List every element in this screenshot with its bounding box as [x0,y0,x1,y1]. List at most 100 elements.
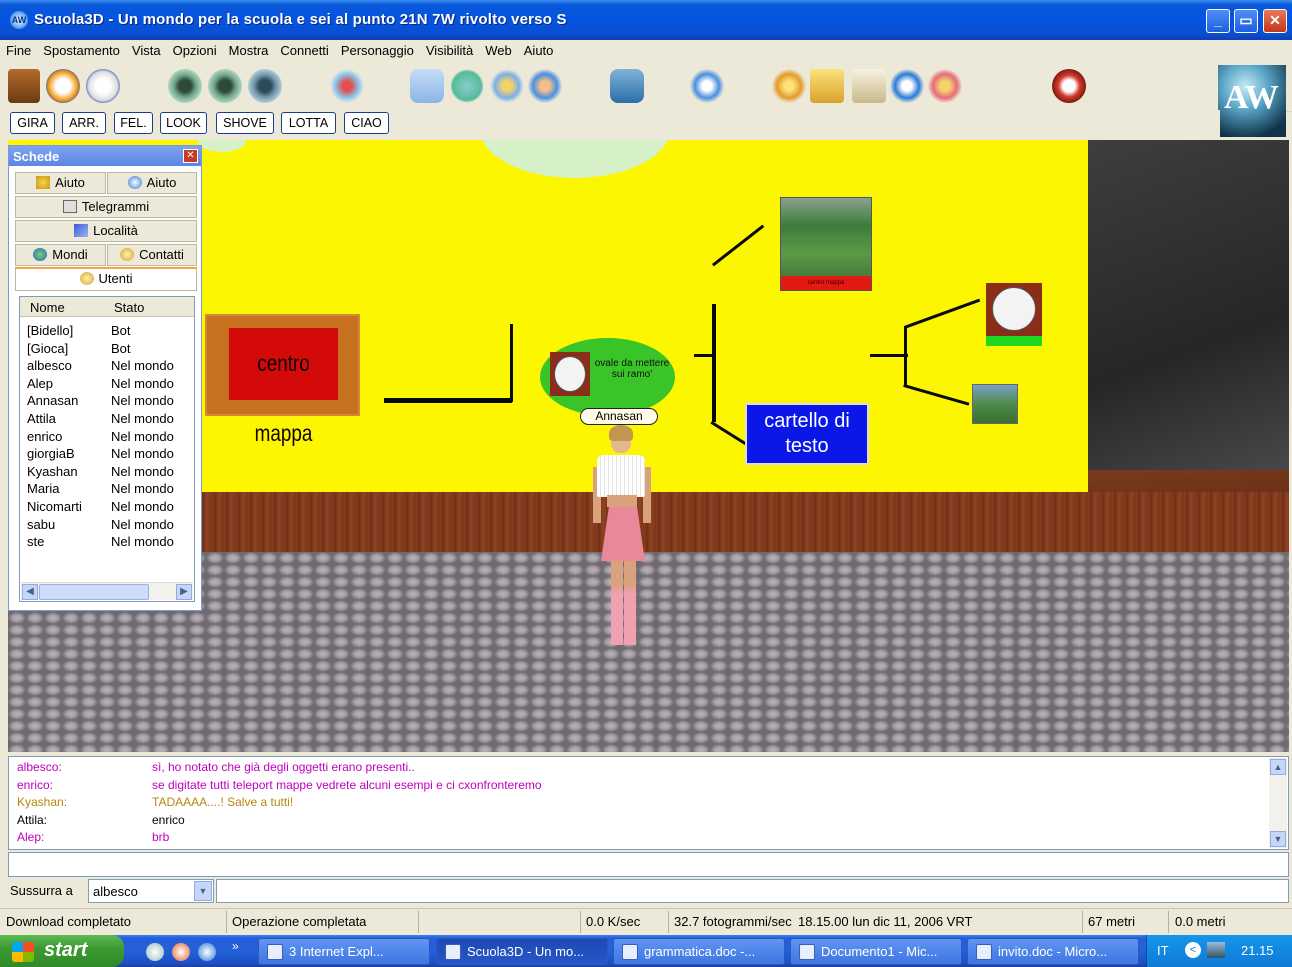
gesture-gira-button[interactable]: GIRA [10,112,55,134]
disconnect-icon[interactable] [1052,69,1086,103]
menu-personaggio[interactable]: Personaggio [335,40,420,58]
menu-vista[interactable]: Vista [126,40,167,58]
gesture-shove-button[interactable]: SHOVE [216,112,274,134]
help-icon[interactable] [928,69,962,103]
taskbar-item-ie[interactable]: 3 Internet Expl... [258,938,430,965]
close-button[interactable]: ✕ [1263,9,1287,33]
start-button[interactable]: start [0,935,124,967]
tab-localita[interactable]: Località [15,220,197,242]
user-row[interactable]: Maria Nel mondo [27,481,197,498]
teleport-icon[interactable] [772,69,806,103]
gesture-look-button[interactable]: LOOK [160,112,207,134]
map-icon[interactable] [852,69,886,103]
ie-quicklaunch-icon[interactable] [198,943,216,961]
tab-aiuto-search[interactable]: Aiuto [107,172,197,194]
user-row[interactable]: Annasan Nel mondo [27,393,197,410]
person-icon[interactable] [490,69,524,103]
aw-globe-icon[interactable]: AW [10,11,28,29]
scroll-down-icon[interactable]: ▼ [1270,831,1286,847]
minimize-button[interactable]: _ [1206,9,1230,33]
first-person-view-icon[interactable] [168,69,202,103]
close-icon[interactable]: ✕ [183,149,198,163]
tab-aiuto-help[interactable]: Aiuto [15,172,106,194]
user-row[interactable]: ste Nel mondo [27,534,197,551]
user-row[interactable]: [Gioca] Bot [27,341,197,358]
language-indicator[interactable]: IT [1157,943,1169,958]
taskbar-item-invito[interactable]: invito.doc - Micro... [967,938,1139,965]
chat-sender[interactable]: albesco: [17,760,147,774]
user-row[interactable]: [Bidello] Bot [27,323,197,340]
user-row[interactable]: Nicomarti Nel mondo [27,499,197,516]
tab-contatti[interactable]: Contatti [107,244,197,266]
gesture-lotta-button[interactable]: LOTTA [281,112,336,134]
afk-icon[interactable] [610,69,644,103]
gesture-fel-button[interactable]: FEL. [114,112,153,134]
scroll-right-icon[interactable]: ▶ [176,584,192,600]
green-oval-node[interactable]: ovale da mettere sui ramo' [540,338,675,416]
front-view-icon[interactable] [248,69,282,103]
horizontal-scrollbar[interactable]: ◀ ▶ [21,582,193,600]
maximize-button[interactable]: ▭ [1234,9,1258,33]
user-row[interactable]: sabu Nel mondo [27,517,197,534]
user-row[interactable]: Kyashan Nel mondo [27,464,197,481]
user-row[interactable]: Alep Nel mondo [27,376,197,393]
chat-sender[interactable]: enrico: [17,778,147,792]
scroll-left-icon[interactable]: ◀ [22,584,38,600]
user-row[interactable]: Attila Nel mondo [27,411,197,428]
menu-connetti[interactable]: Connetti [274,40,334,58]
build-icon[interactable] [810,69,844,103]
chat-log[interactable]: albesco: sì, ho notato che già degli ogge… [8,756,1289,850]
scroll-thumb[interactable] [39,584,149,600]
scroll-up-icon[interactable]: ▲ [1270,759,1286,775]
small-picture-sign[interactable] [972,384,1018,424]
network-icon[interactable] [1207,942,1225,958]
menu-visibilita[interactable]: Visibilità [420,40,479,58]
landscape-picture-sign[interactable]: centro mappa [780,197,872,291]
menu-aiuto[interactable]: Aiuto [518,40,560,58]
clock-sign[interactable] [986,283,1042,346]
back-icon[interactable] [46,69,80,103]
chevron-right-icon[interactable]: » [232,939,244,957]
column-header-nome[interactable]: Nome [30,300,65,315]
chat-sender[interactable]: Attila: [17,813,147,827]
gesture-arr-button[interactable]: ARR. [62,112,106,134]
avatar-icon[interactable] [410,69,444,103]
gestures-icon[interactable] [330,69,364,103]
menu-mostra[interactable]: Mostra [223,40,275,58]
taskbar-item-scuola3d[interactable]: Scuola3D - Un mo... [436,938,608,965]
chevron-down-icon[interactable]: ▼ [194,881,212,901]
quicklaunch-icon[interactable] [146,943,164,961]
whisper-input[interactable] [216,879,1289,903]
home-icon[interactable] [8,69,40,103]
menu-web[interactable]: Web [479,40,518,58]
user-row[interactable]: giorgiaB Nel mondo [27,446,197,463]
gesture-ciao-button[interactable]: CIAO [344,112,389,134]
world-icon[interactable] [890,69,924,103]
cartello-di-testo-sign[interactable]: cartello di testo [745,403,869,465]
user-row[interactable]: enrico Nel mondo [27,429,197,446]
users-list[interactable]: Nome Stato [Bidello] Bot [Gioca] Bot albesco… [19,296,195,602]
third-person-view-icon[interactable] [208,69,242,103]
user-row[interactable]: albesco Nel mondo [27,358,197,375]
contacts-icon[interactable] [528,69,562,103]
visibility-icon[interactable] [450,69,484,103]
menu-spostamento[interactable]: Spostamento [37,40,126,58]
vertical-scrollbar[interactable]: ▲ ▼ [1269,758,1287,848]
quicklaunch-icon[interactable] [172,943,190,961]
chat-input[interactable] [8,852,1289,877]
tab-telegrammi[interactable]: Telegrammi [15,196,197,218]
avatar-annasan[interactable] [591,425,653,649]
tab-mondi[interactable]: Mondi [15,244,106,266]
taskbar-item-grammatica[interactable]: grammatica.doc -... [613,938,785,965]
chat-sender[interactable]: Kyashan: [17,795,147,809]
internet-explorer-icon[interactable] [690,69,724,103]
whisper-target-select[interactable]: albesco ▼ [88,879,214,903]
column-header-stato[interactable]: Stato [114,300,144,315]
tab-utenti[interactable]: Utenti [15,267,197,291]
chat-sender[interactable]: Alep: [17,830,147,844]
menu-opzioni[interactable]: Opzioni [167,40,223,58]
forward-icon[interactable] [86,69,120,103]
menu-fine[interactable]: Fine [0,40,37,58]
chevron-left-icon[interactable]: < [1185,942,1201,958]
taskbar-item-documento1[interactable]: Documento1 - Mic... [790,938,962,965]
